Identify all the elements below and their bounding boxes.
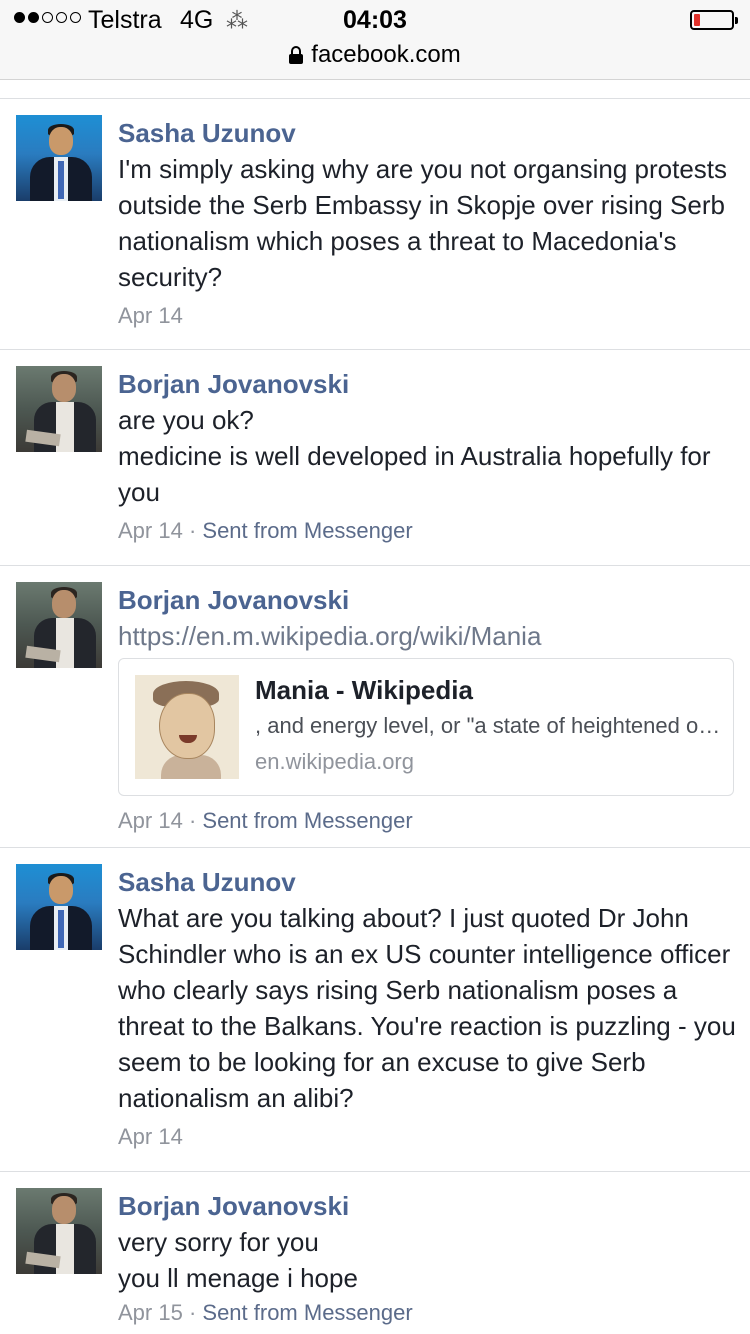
- message-item: Borjan Jovanovski https://en.m.wikipedia…: [0, 566, 750, 848]
- message-text: very sorry for you you ll menage i hope: [118, 1227, 358, 1293]
- link-preview-thumbnail: [135, 675, 239, 779]
- meta-separator: ·: [182, 518, 203, 543]
- message-date: Apr 15: [118, 1300, 183, 1325]
- message-text: are you ok? medicine is well developed i…: [118, 405, 711, 507]
- message-source[interactable]: Sent from Messenger: [202, 808, 412, 833]
- message-source[interactable]: Sent from Messenger: [202, 518, 412, 543]
- lock-icon: [289, 46, 304, 64]
- link-preview-card[interactable]: Mania - Wikipedia , and energy level, or…: [118, 658, 734, 796]
- message-meta: Apr 15 · Sent from Messenger: [118, 1298, 738, 1328]
- browser-chrome: Telstra 4G ⁂ 04:03 facebook.com: [0, 0, 750, 80]
- message-text: What are you talking about? I just quote…: [118, 903, 736, 1113]
- author-name[interactable]: Borjan Jovanovski: [118, 1188, 738, 1224]
- message-date: Apr 14: [118, 303, 183, 328]
- author-name[interactable]: Borjan Jovanovski: [118, 582, 738, 618]
- link-preview-title: Mania - Wikipedia: [255, 675, 473, 705]
- message-date: Apr 14: [118, 1124, 183, 1149]
- avatar[interactable]: [16, 1188, 102, 1274]
- battery-icon: [690, 10, 738, 30]
- message-meta: Apr 14 · Sent from Messenger: [118, 806, 738, 836]
- avatar[interactable]: [16, 864, 102, 950]
- message-source[interactable]: Sent from Messenger: [202, 1300, 412, 1325]
- message-text: I'm simply asking why are you not organs…: [118, 154, 728, 292]
- meta-separator: ·: [182, 808, 203, 833]
- message-item: Borjan Jovanovski are you ok? medicine i…: [0, 350, 750, 566]
- author-name[interactable]: Sasha Uzunov: [118, 115, 738, 151]
- meta-separator: ·: [182, 1300, 203, 1325]
- message-item: Sasha Uzunov What are you talking about?…: [0, 848, 750, 1172]
- message-item: Borjan Jovanovski very sorry for you you…: [0, 1172, 750, 1334]
- link-preview-host: en.wikipedia.org: [255, 749, 414, 774]
- message-date: Apr 14: [118, 808, 183, 833]
- address-bar[interactable]: facebook.com: [0, 40, 750, 70]
- avatar[interactable]: [16, 366, 102, 452]
- url-domain[interactable]: facebook.com: [311, 41, 460, 69]
- author-name[interactable]: Borjan Jovanovski: [118, 366, 738, 402]
- message-item: Sasha Uzunov I'm simply asking why are y…: [0, 99, 750, 350]
- status-bar: Telstra 4G ⁂ 04:03: [0, 0, 750, 40]
- message-link[interactable]: https://en.m.wikipedia.org/wiki/Mania: [118, 618, 738, 654]
- status-time: 04:03: [343, 6, 407, 34]
- link-preview-description: , and energy level, or "a state of heigh…: [255, 713, 721, 738]
- message-meta: Apr 14: [118, 301, 738, 331]
- avatar[interactable]: [16, 582, 102, 668]
- avatar[interactable]: [16, 115, 102, 201]
- message-meta: Apr 14 · Sent from Messenger: [118, 516, 738, 546]
- message-meta: Apr 14: [118, 1122, 738, 1152]
- author-name[interactable]: Sasha Uzunov: [118, 864, 738, 900]
- message-date: Apr 14: [118, 518, 183, 543]
